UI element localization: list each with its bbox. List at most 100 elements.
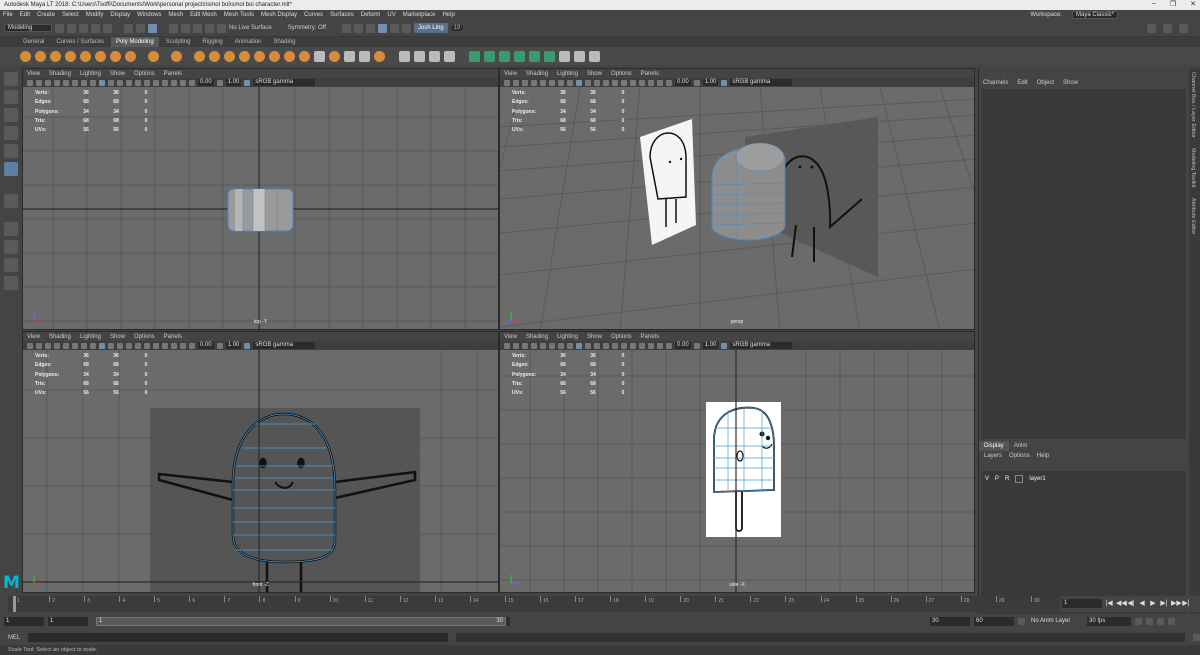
panel-layout-icon[interactable] xyxy=(1147,23,1156,33)
select-tool-icon[interactable] xyxy=(4,72,18,86)
shadows-icon[interactable] xyxy=(144,342,150,349)
menu-item[interactable]: Select xyxy=(62,12,79,18)
xray-joints-icon[interactable] xyxy=(657,79,663,86)
color-management-icon[interactable] xyxy=(721,79,728,86)
xray-icon[interactable] xyxy=(648,342,654,349)
outliner-layout-icon[interactable] xyxy=(4,276,18,290)
vp-menu-panels[interactable]: Panels xyxy=(641,334,659,340)
ambient-occlusion-icon[interactable] xyxy=(630,79,636,86)
script-language-label[interactable]: MEL xyxy=(8,635,20,641)
save-scene-icon[interactable] xyxy=(79,23,88,33)
merge-icon[interactable] xyxy=(559,50,570,62)
xray-icon[interactable] xyxy=(648,79,654,86)
wireframe-on-shaded-icon[interactable] xyxy=(594,79,600,86)
time-ticks[interactable]: 1 2 3 4 5 6 7 8 9 10 11 12 13 14 15 16 17 18 19 20 21 22 23 24 2… xyxy=(8,596,1060,612)
target-weld-icon[interactable] xyxy=(414,50,425,62)
exposure-field[interactable]: 0.00 xyxy=(198,342,214,349)
extract-icon[interactable] xyxy=(269,50,280,62)
snap-grid-icon[interactable] xyxy=(169,23,178,33)
vp-menu-options[interactable]: Options xyxy=(134,71,155,77)
command-input[interactable] xyxy=(28,633,448,642)
ambient-occlusion-icon[interactable] xyxy=(153,342,159,349)
image-plane-icon[interactable] xyxy=(45,342,51,349)
ambient-occlusion-icon[interactable] xyxy=(630,342,636,349)
menu-set-dropdown[interactable]: Modeling xyxy=(4,24,52,32)
menu-item[interactable]: Marketplace xyxy=(403,12,436,18)
single-perspective-layout-icon[interactable] xyxy=(4,194,18,208)
fps-dropdown[interactable]: 30 fps xyxy=(1087,616,1131,626)
anim-layer-icon[interactable] xyxy=(1018,617,1025,625)
sweep-mesh-icon[interactable] xyxy=(171,50,182,62)
shadows-icon[interactable] xyxy=(144,79,150,86)
color-management-icon[interactable] xyxy=(244,79,251,86)
vp-menu-panels[interactable]: Panels xyxy=(641,71,659,77)
bookmark-icon[interactable] xyxy=(513,79,519,86)
vp-menu-options[interactable]: Options xyxy=(611,334,632,340)
isolate-select-icon[interactable] xyxy=(639,79,645,86)
xray-joints-icon[interactable] xyxy=(180,342,186,349)
smooth-shade-icon[interactable] xyxy=(108,79,114,86)
extrude-icon[interactable] xyxy=(469,50,480,62)
safe-title-icon[interactable] xyxy=(90,79,96,86)
wireframe-icon[interactable] xyxy=(576,342,582,349)
shelf-tab[interactable]: Animation xyxy=(230,37,267,47)
quadrangulate-icon[interactable] xyxy=(359,50,370,62)
user-account[interactable]: Josh Ling xyxy=(413,23,448,33)
symmetry-dropdown[interactable]: Symmetry: Off xyxy=(288,25,326,31)
select-hierarchy-icon[interactable] xyxy=(124,23,133,33)
triangulate-icon[interactable] xyxy=(344,50,355,62)
smooth-shade-icon[interactable] xyxy=(585,342,591,349)
vp-menu-panels[interactable]: Panels xyxy=(164,334,182,340)
colorspace-dropdown[interactable]: sRGB gamma xyxy=(253,79,316,86)
colorspace-dropdown[interactable]: sRGB gamma xyxy=(253,342,316,349)
shelf-tab[interactable]: General xyxy=(18,37,49,47)
isolate-select-icon[interactable] xyxy=(639,342,645,349)
menu-item[interactable]: Create xyxy=(37,12,55,18)
delete-edge-icon[interactable] xyxy=(589,50,600,62)
step-back-key-icon[interactable]: ◀◀ xyxy=(1116,600,1127,608)
menu-item[interactable]: Deform xyxy=(361,12,381,18)
tab-anim[interactable]: Anim xyxy=(1009,441,1033,451)
layer-name[interactable]: layer1 xyxy=(1029,476,1045,482)
select-object-icon[interactable] xyxy=(136,23,145,33)
go-to-end-icon[interactable]: ▶| xyxy=(1182,600,1190,608)
fill-hole-icon[interactable] xyxy=(329,50,340,62)
vp-menu-shading[interactable]: Shading xyxy=(49,334,71,340)
snap-view-icon[interactable] xyxy=(205,23,214,33)
side-tab[interactable]: Channel Box / Layer Editor xyxy=(1190,72,1196,138)
append-polygon-icon[interactable] xyxy=(374,50,385,62)
viewport-front[interactable]: View Shading Lighting Show Options Panel… xyxy=(22,331,499,593)
channel-box-body[interactable] xyxy=(981,89,1186,439)
textured-icon[interactable] xyxy=(126,79,132,86)
snap-curve-icon[interactable] xyxy=(181,23,190,33)
xray-joints-icon[interactable] xyxy=(180,79,186,86)
notification-badge[interactable]: 19 xyxy=(450,25,464,31)
resolution-gate-icon[interactable] xyxy=(549,79,555,86)
menu-item[interactable]: Modify xyxy=(86,12,104,18)
redo-icon[interactable] xyxy=(103,23,112,33)
circularize-icon[interactable] xyxy=(544,50,555,62)
select-component-icon[interactable] xyxy=(148,23,157,33)
wireframe-icon[interactable] xyxy=(576,79,582,86)
shelf-tab[interactable]: Rigging xyxy=(197,37,227,47)
toggle-channelbox-icon[interactable] xyxy=(1163,23,1172,33)
restore-icon[interactable]: ❐ xyxy=(1170,0,1176,8)
four-view-layout-icon[interactable] xyxy=(4,222,18,236)
gamma-field[interactable]: 1.00 xyxy=(225,79,242,86)
vp-menu-show[interactable]: Show xyxy=(587,71,602,77)
textured-icon[interactable] xyxy=(603,79,609,86)
menu-item[interactable]: Edit Mesh xyxy=(190,12,217,18)
wireframe-on-shaded-icon[interactable] xyxy=(594,342,600,349)
front-image-plane[interactable] xyxy=(150,408,420,593)
channelbox-menu-object[interactable]: Object xyxy=(1037,80,1054,86)
connect-icon[interactable] xyxy=(429,50,440,62)
grid-toggle-icon[interactable] xyxy=(54,79,60,86)
poly-pyramid-icon[interactable] xyxy=(125,50,136,62)
range-bar[interactable]: 1 30 xyxy=(96,616,510,626)
wireframe-on-shaded-icon[interactable] xyxy=(117,342,123,349)
channelbox-menu-show[interactable]: Show xyxy=(1063,80,1078,86)
menu-item[interactable]: Curves xyxy=(304,12,323,18)
shadows-icon[interactable] xyxy=(621,79,627,86)
film-gate-icon[interactable] xyxy=(63,342,69,349)
colorspace-dropdown[interactable]: sRGB gamma xyxy=(730,79,793,86)
